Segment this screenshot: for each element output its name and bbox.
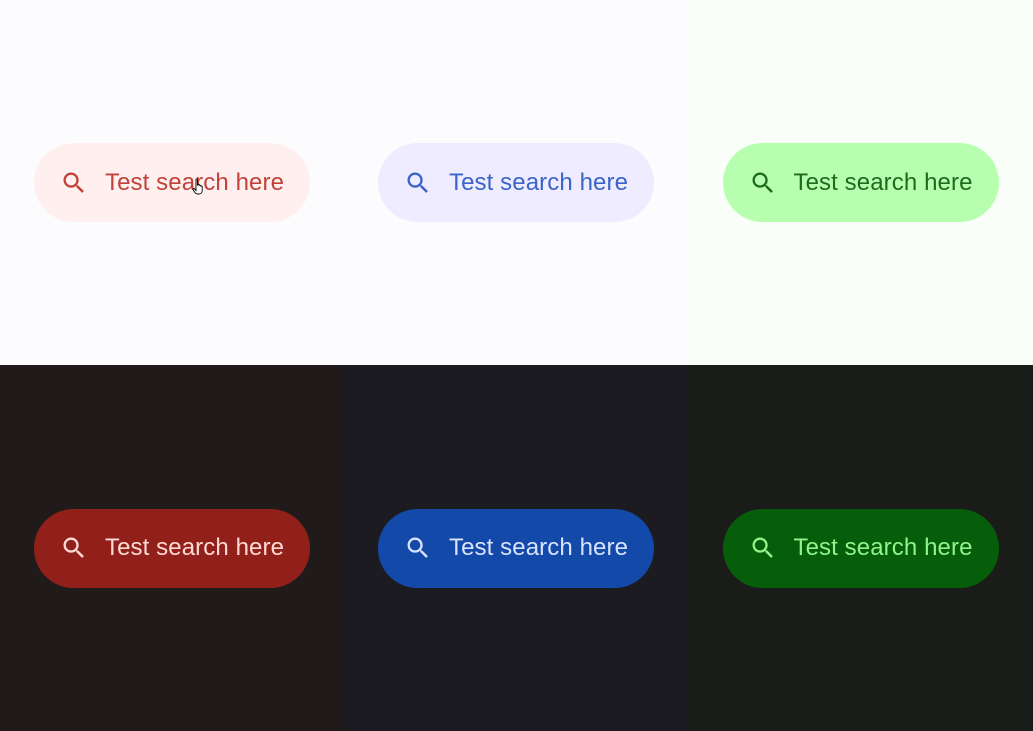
search-icon (404, 169, 432, 197)
search-placeholder: Test search here (105, 168, 285, 196)
search-placeholder: Test search here (449, 534, 629, 561)
search-placeholder: Test search here (793, 534, 973, 561)
search-placeholder: Test search here (449, 168, 629, 196)
panel-blue-light: Test search here (344, 0, 688, 365)
search-bar-green-light[interactable]: Test search here (722, 143, 999, 222)
panel-red-light: Test search here (0, 0, 344, 365)
panel-green-light: Test search here (688, 0, 1033, 365)
theme-grid: Test search here Test search here Test s… (0, 0, 1033, 731)
search-bar-blue-light[interactable]: Test search here (378, 143, 654, 222)
panel-red-dark: Test search here (0, 365, 344, 731)
panel-blue-dark: Test search here (344, 365, 688, 731)
search-placeholder: Test search here (793, 168, 973, 196)
search-icon (749, 169, 777, 197)
search-icon (404, 534, 432, 562)
search-bar-red-light[interactable]: Test search here (34, 143, 310, 222)
search-placeholder: Test search here (105, 534, 285, 561)
search-bar-blue-dark[interactable]: Test search here (378, 508, 654, 588)
search-icon (60, 169, 88, 197)
search-bar-green-dark[interactable]: Test search here (722, 508, 999, 588)
search-icon (60, 534, 88, 562)
panel-green-dark: Test search here (688, 365, 1033, 731)
search-icon (749, 534, 777, 562)
search-bar-red-dark[interactable]: Test search here (34, 508, 310, 588)
